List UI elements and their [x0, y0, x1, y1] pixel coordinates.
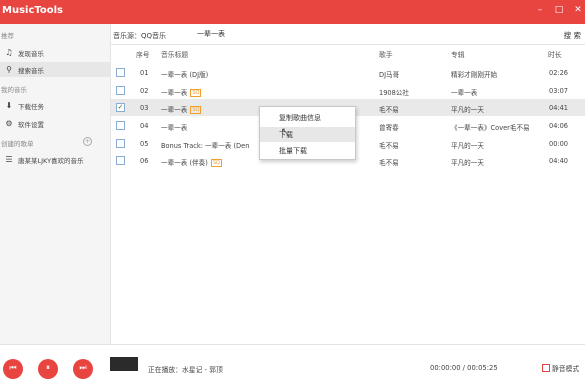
row-duration: 02:26	[549, 69, 569, 77]
row-index: 01	[140, 69, 149, 77]
row-album: 一辈一表	[451, 89, 478, 97]
row-duration: 04:40	[549, 157, 569, 165]
row-index: 05	[140, 140, 149, 148]
music-note-icon: ♫	[5, 48, 13, 57]
row-artist: 毛不易	[379, 142, 399, 150]
row-album: 平凡的一天	[451, 159, 484, 167]
row-checkbox[interactable]	[116, 121, 125, 130]
row-index: 02	[140, 87, 149, 95]
sidebar-item-label: 下载任务	[18, 102, 44, 111]
sidebar-item-label: 发现音乐	[18, 49, 44, 58]
table-row[interactable]: 02 一辈一表 SQ 1908公社 一辈一表 03:07	[111, 82, 585, 99]
sidebar-item-label: 软件设置	[18, 120, 44, 129]
player-bar: ⏮ ⏸ ⏭ 正在播放：水星记 - 郭顶 00:00:00 / 00:05:25 …	[0, 344, 585, 379]
album-art	[110, 357, 138, 371]
mute-toggle[interactable]: 静音模式	[542, 363, 579, 373]
list-icon: ☰	[5, 155, 13, 164]
title-bar: MusicTools – □ ✕	[0, 0, 585, 24]
col-artist: 歌手	[379, 51, 393, 59]
row-index: 06	[140, 157, 149, 165]
context-menu: 复制歌曲信息 下载 批量下载	[259, 106, 356, 160]
gear-icon: ⚙	[5, 119, 13, 128]
app-title: MusicTools	[2, 5, 63, 16]
row-artist: 曾寄春	[379, 124, 399, 132]
row-album: 《一辈一表》Cover毛不易	[451, 124, 530, 132]
now-playing-text: 正在播放：水星记 - 郭顶	[148, 366, 223, 374]
row-checkbox[interactable]	[116, 156, 125, 165]
mouse-cursor-icon: ↖	[281, 127, 289, 137]
prev-button[interactable]: ⏮	[3, 359, 23, 379]
sq-badge: SQ	[190, 106, 202, 114]
row-duration: 04:41	[549, 104, 569, 112]
row-artist: 毛不易	[379, 106, 399, 114]
sidebar-group-playlists: 创建的歌单	[1, 140, 34, 148]
row-index: 03	[140, 104, 149, 112]
maximize-button[interactable]: □	[554, 5, 564, 15]
download-icon: ⬇	[5, 101, 13, 110]
playback-time: 00:00:00 / 00:05:25	[430, 364, 498, 372]
menu-item-download[interactable]: 下载	[260, 127, 355, 142]
sidebar-item-search[interactable]: ⚲ 搜索音乐	[0, 62, 110, 77]
search-bar: 音乐源：QQ音乐 搜 索	[111, 24, 585, 45]
pause-button[interactable]: ⏸	[38, 359, 58, 379]
row-album: 平凡的一天	[451, 142, 484, 150]
row-artist: 1908公社	[379, 89, 409, 97]
table-header: 序号 音乐标题 歌手 专辑 时长	[111, 45, 585, 59]
mute-checkbox[interactable]	[542, 364, 550, 372]
row-checkbox-checked[interactable]: ✓	[116, 103, 125, 112]
add-playlist-button[interactable]: +	[83, 137, 92, 146]
sidebar: 推荐 ♫ 发现音乐 ⚲ 搜索音乐 我的音乐 ⬇ 下载任务 ⚙ 软件设置 创建的歌…	[0, 24, 111, 344]
row-checkbox[interactable]	[116, 86, 125, 95]
sidebar-item-label: 唐某某LJKY喜欢的音乐	[18, 156, 84, 165]
row-duration: 04:06	[549, 122, 569, 130]
col-title: 音乐标题	[161, 51, 189, 59]
search-icon: ⚲	[6, 65, 12, 74]
sidebar-group-my-music: 我的音乐	[1, 86, 27, 94]
sidebar-item-label: 搜索音乐	[18, 66, 44, 75]
row-title: Bonus Track: 一辈一表 (Den	[161, 142, 250, 150]
sq-badge: SQ	[190, 89, 202, 97]
close-button[interactable]: ✕	[573, 5, 583, 15]
row-title: 一辈一表 (DJ版)	[161, 71, 209, 79]
col-index: 序号	[136, 51, 150, 59]
sidebar-item-playlist[interactable]: ☰ 唐某某LJKY喜欢的音乐	[0, 152, 110, 167]
menu-item-copy-info[interactable]: 复制歌曲信息	[260, 110, 355, 125]
row-album: 平凡的一天	[451, 106, 484, 114]
row-artist: DJ马哥	[379, 71, 400, 79]
row-checkbox[interactable]	[116, 139, 125, 148]
menu-item-batch-download[interactable]: 批量下载	[260, 143, 355, 158]
search-input[interactable]	[197, 28, 497, 40]
sidebar-item-settings[interactable]: ⚙ 软件设置	[0, 116, 110, 131]
row-duration: 00:00	[549, 140, 569, 148]
col-album: 专辑	[451, 51, 465, 59]
music-source-label[interactable]: 音乐源：QQ音乐	[113, 31, 166, 41]
sidebar-item-discover[interactable]: ♫ 发现音乐	[0, 45, 110, 60]
table-row[interactable]: 01 一辈一表 (DJ版) DJ马哥 精彩才刚刚开始 02:26	[111, 64, 585, 81]
next-button[interactable]: ⏭	[73, 359, 93, 379]
search-button[interactable]: 搜 索	[564, 30, 581, 41]
row-index: 04	[140, 122, 149, 130]
mute-label: 静音模式	[552, 365, 580, 373]
minimize-button[interactable]: –	[535, 5, 545, 15]
row-artist: 毛不易	[379, 159, 399, 167]
row-title: 一辈一表 SQ	[161, 89, 202, 97]
row-duration: 03:07	[549, 87, 569, 95]
sq-badge: SQ	[210, 159, 222, 167]
row-checkbox[interactable]	[116, 68, 125, 77]
row-album: 精彩才刚刚开始	[451, 71, 498, 79]
col-duration: 时长	[548, 51, 562, 59]
sidebar-group-recommend: 推荐	[1, 32, 14, 40]
sidebar-item-downloads[interactable]: ⬇ 下载任务	[0, 98, 110, 113]
